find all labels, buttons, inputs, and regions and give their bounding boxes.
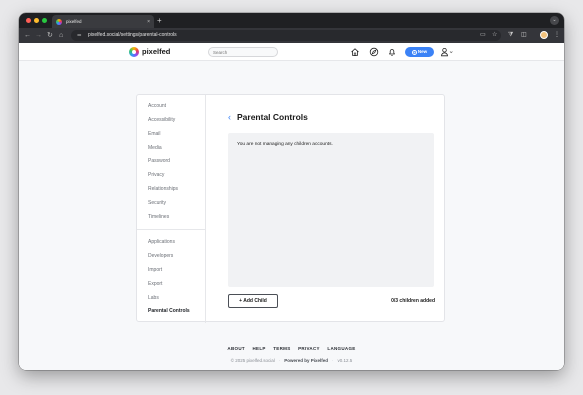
home-icon[interactable] xyxy=(350,47,360,57)
notifications-icon[interactable] xyxy=(387,47,397,57)
children-list-panel: You are not managing any children accoun… xyxy=(228,133,434,287)
sidebar-item-import[interactable]: Import xyxy=(148,267,162,273)
pixelfed-logo-icon[interactable] xyxy=(129,47,139,57)
sidebar-item-password[interactable]: Password xyxy=(148,158,170,164)
forward-icon[interactable]: → xyxy=(35,31,42,40)
install-icon[interactable]: ▭ xyxy=(480,31,486,40)
site-settings-icon[interactable]: ⚌ xyxy=(77,30,81,41)
settings-card: Account Accessibility Email Media Passwo… xyxy=(136,94,445,323)
maximize-window-button[interactable] xyxy=(42,18,47,23)
tab-close-icon[interactable]: × xyxy=(147,19,150,25)
new-button-label: New xyxy=(417,49,428,54)
footer-link-help[interactable]: HELP xyxy=(252,346,265,351)
sidebar-item-security[interactable]: Security xyxy=(148,200,166,206)
sidebar-item-accessibility[interactable]: Accessibility xyxy=(148,117,175,123)
web-page: pixelfed +New xyxy=(19,43,564,370)
sidebar-item-applications[interactable]: Applications xyxy=(148,239,175,245)
home-icon[interactable]: ⌂ xyxy=(59,31,63,40)
sidebar-item-developers[interactable]: Developers xyxy=(148,253,173,259)
minimize-window-button[interactable] xyxy=(34,18,39,23)
sidebar-item-labs[interactable]: Labs xyxy=(148,295,159,301)
settings-sidebar: Account Accessibility Email Media Passwo… xyxy=(137,95,206,323)
footer-link-terms[interactable]: TERMS xyxy=(273,346,290,351)
explore-icon[interactable] xyxy=(369,47,379,57)
footer-separator: · xyxy=(278,358,281,363)
settings-content: ‹ Parental Controls You are not managing… xyxy=(206,95,445,323)
footer-link-language[interactable]: LANGUAGE xyxy=(327,346,355,351)
browser-tab[interactable]: pixelfed × xyxy=(52,15,154,28)
close-window-button[interactable] xyxy=(26,18,31,23)
pixelfed-favicon-icon xyxy=(56,18,62,25)
site-navbar: pixelfed +New xyxy=(19,43,564,61)
reload-icon[interactable]: ↻ xyxy=(47,31,53,40)
page-title: Parental Controls xyxy=(237,112,308,122)
sidebar-icon[interactable]: ◫ xyxy=(521,31,527,40)
browser-toolbar: ← → ↻ ⌂ ⚌ pixelfed.social/settings/paren… xyxy=(19,28,564,43)
powered-by-link[interactable]: Powered by Pixelfed xyxy=(284,358,328,363)
new-post-button[interactable]: + New xyxy=(405,47,434,57)
menu-icon[interactable]: ⋮ xyxy=(554,31,560,40)
footer-links: ABOUT HELP TERMS PRIVACY LANGUAGE xyxy=(19,346,564,351)
sidebar-item-account[interactable]: Account xyxy=(148,103,166,109)
footer-link-privacy[interactable]: PRIVACY xyxy=(298,346,320,351)
tab-strip: pixelfed × + ⌄ xyxy=(19,13,564,28)
user-icon[interactable] xyxy=(440,47,454,57)
sidebar-item-email[interactable]: Email xyxy=(148,131,161,137)
sidebar-item-timelines[interactable]: Timelines xyxy=(148,214,169,220)
sidebar-item-parental-controls[interactable]: Parental Controls xyxy=(148,308,190,314)
extensions-icon[interactable]: ⧩ xyxy=(508,31,513,40)
sidebar-item-relationships[interactable]: Relationships xyxy=(148,186,178,192)
sidebar-item-export[interactable]: Export xyxy=(148,281,162,287)
footer-meta: © 2025 pixelfed.social · Powered by Pixelf… xyxy=(19,358,564,363)
add-child-button[interactable]: + Add Child xyxy=(228,294,278,308)
profile-icon[interactable] xyxy=(540,31,548,39)
search-input[interactable] xyxy=(208,47,278,57)
browser-window: pixelfed × + ⌄ ← → ↻ ⌂ ⚌ pixelfed.social… xyxy=(19,13,564,370)
children-count: 0/3 children added xyxy=(391,298,435,304)
plus-circle-icon: + xyxy=(411,49,417,55)
version-text: v0.12.5 xyxy=(337,358,353,363)
new-tab-button[interactable]: + xyxy=(157,15,162,26)
brand-name[interactable]: pixelfed xyxy=(142,46,170,57)
back-icon[interactable]: ← xyxy=(24,31,31,40)
footer-link-about[interactable]: ABOUT xyxy=(227,346,245,351)
footer-separator: · xyxy=(332,358,334,363)
address-bar[interactable]: ⚌ pixelfed.social/settings/parental-cont… xyxy=(71,30,501,41)
sidebar-item-media[interactable]: Media xyxy=(148,145,162,151)
copyright-text: © 2025 pixelfed.social xyxy=(230,358,275,363)
bookmark-star-icon[interactable]: ☆ xyxy=(492,31,497,40)
back-arrow-icon[interactable]: ‹ xyxy=(228,112,231,122)
tab-title: pixelfed xyxy=(66,19,82,24)
tab-search-icon[interactable]: ⌄ xyxy=(550,16,559,25)
url-text: pixelfed.social/settings/parental-contro… xyxy=(88,32,177,38)
sidebar-divider xyxy=(137,229,205,230)
empty-state-message: You are not managing any children accoun… xyxy=(237,142,333,147)
sidebar-item-privacy[interactable]: Privacy xyxy=(148,172,164,178)
